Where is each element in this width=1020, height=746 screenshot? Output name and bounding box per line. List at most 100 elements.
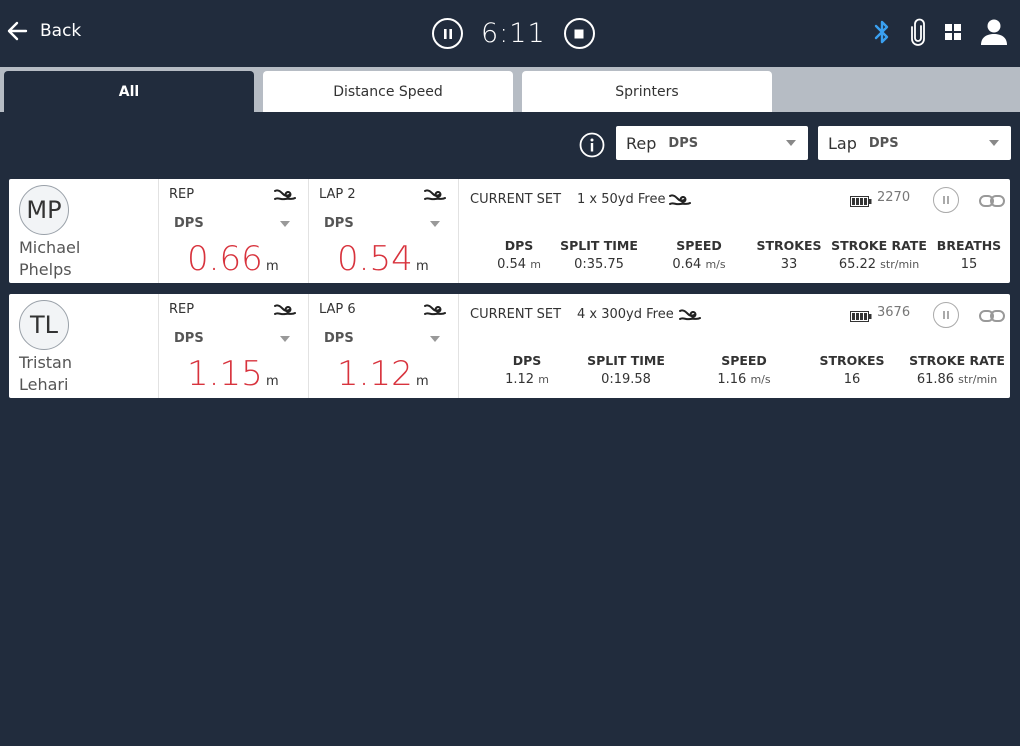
swimmer-icon bbox=[424, 187, 446, 206]
stat-value: 0.54 m bbox=[479, 257, 559, 272]
stat-stroke-rate: STROKE RATE 65.22 str/min bbox=[831, 238, 927, 272]
back-button[interactable]: Back bbox=[6, 20, 81, 42]
lap-metric-select[interactable]: Lap DPS bbox=[818, 126, 1011, 160]
stat-number: 0:35.75 bbox=[574, 257, 624, 272]
lap-unit: m bbox=[416, 259, 429, 274]
stat-number: 15 bbox=[960, 257, 978, 272]
rep-label: REP bbox=[169, 302, 195, 317]
stat-header: STROKES bbox=[756, 238, 822, 253]
athlete-name: Michael Phelps bbox=[19, 237, 80, 281]
back-label: Back bbox=[40, 21, 82, 41]
lap-select-value: DPS bbox=[868, 135, 899, 151]
rep-value: 1.15 bbox=[187, 354, 263, 394]
lap-value: 1.12 bbox=[337, 354, 413, 394]
tab-sprinters[interactable]: Sprinters bbox=[522, 71, 772, 112]
stat-number: 1.12 bbox=[505, 372, 535, 387]
stat-value: 61.86 str/min bbox=[909, 372, 1005, 387]
stat-dps: DPS 0.54 m bbox=[479, 238, 559, 272]
stat-number: 61.86 bbox=[916, 372, 955, 387]
swimmer-icon bbox=[669, 192, 691, 211]
current-set-label: CURRENT SET bbox=[470, 307, 562, 322]
rep-metric-select[interactable]: Rep DPS bbox=[616, 126, 808, 160]
grid-icon bbox=[945, 24, 961, 40]
pause-icon bbox=[443, 28, 452, 39]
stat-header: DPS bbox=[504, 238, 534, 253]
tab-distance-speed[interactable]: Distance Speed bbox=[263, 71, 513, 112]
chevron-down-icon bbox=[280, 336, 290, 342]
athlete-info: MP Michael Phelps bbox=[9, 179, 159, 283]
chevron-down-icon bbox=[430, 336, 440, 342]
stat-split-time: SPLIT TIME 0:35.75 bbox=[559, 238, 639, 272]
grid-button[interactable] bbox=[944, 23, 962, 41]
link-button[interactable] bbox=[979, 193, 1005, 212]
athlete-card[interactable]: TL Tristan Lehari REP DPS 1.15 m LAP 6 D… bbox=[9, 294, 1010, 398]
stat-value: 65.22 str/min bbox=[831, 257, 927, 272]
pause-button[interactable] bbox=[432, 18, 463, 49]
lap-select-label: Lap bbox=[828, 133, 857, 153]
stat-header: DPS bbox=[512, 353, 542, 368]
stat-strokes: STROKES 16 bbox=[812, 353, 892, 387]
stat-number: 1.16 bbox=[717, 372, 747, 387]
rep-unit: m bbox=[266, 259, 279, 274]
stat-number: 16 bbox=[843, 372, 861, 387]
battery-level: 2270 bbox=[877, 190, 911, 205]
athlete-card[interactable]: MP Michael Phelps REP DPS 0.66 m LAP 2 D… bbox=[9, 179, 1010, 283]
athlete-last-name: Lehari bbox=[19, 375, 69, 394]
rep-select-value: DPS bbox=[668, 135, 699, 151]
back-arrow-icon bbox=[7, 21, 28, 41]
avatar: MP bbox=[19, 185, 69, 235]
attachment-button[interactable] bbox=[910, 18, 926, 46]
athlete-last-name: Phelps bbox=[19, 260, 72, 279]
stat-number: 0.54 bbox=[497, 257, 527, 272]
link-icon bbox=[979, 310, 1005, 322]
set-description: 1 x 50yd Free bbox=[577, 192, 666, 207]
current-set-label: CURRENT SET bbox=[470, 192, 562, 207]
chevron-down-icon bbox=[786, 140, 796, 146]
avatar: TL bbox=[19, 300, 69, 350]
link-button[interactable] bbox=[979, 308, 1005, 327]
lap-label: LAP 2 bbox=[319, 187, 356, 202]
lap-value: 0.54 bbox=[337, 239, 413, 279]
stat-value: 1.16 m/s bbox=[704, 372, 784, 387]
stat-unit: str/min bbox=[880, 258, 920, 271]
stat-number: 65.22 bbox=[838, 257, 877, 272]
lap-label: LAP 6 bbox=[319, 302, 356, 317]
stat-number: 0:19.58 bbox=[601, 372, 651, 387]
stat-header: STROKES bbox=[819, 353, 885, 368]
chevron-down-icon bbox=[430, 221, 440, 227]
stat-header: BREATHS bbox=[936, 238, 1002, 253]
athlete-first-name: Michael bbox=[19, 238, 81, 257]
athlete-pause-button[interactable] bbox=[933, 187, 959, 213]
battery-icon bbox=[850, 192, 872, 211]
stop-button[interactable] bbox=[563, 18, 595, 49]
stat-unit: str/min bbox=[958, 373, 998, 386]
rep-metric: REP DPS 1.15 m bbox=[159, 294, 309, 398]
rep-value: 0.66 bbox=[187, 239, 263, 279]
lap-metric-dropdown[interactable]: DPS bbox=[324, 216, 354, 231]
lap-metric: LAP 2 DPS 0.54 m bbox=[309, 179, 459, 283]
tab-all[interactable]: All bbox=[4, 71, 254, 112]
set-description: 4 x 300yd Free bbox=[577, 307, 674, 322]
stat-header: SPLIT TIME bbox=[587, 353, 665, 368]
tab-bar: All Distance Speed Sprinters bbox=[0, 67, 1020, 112]
stat-value: 33 bbox=[749, 257, 829, 272]
profile-button[interactable] bbox=[980, 18, 1008, 46]
stat-header: SPEED bbox=[676, 238, 722, 253]
rep-metric-dropdown[interactable]: DPS bbox=[174, 331, 204, 346]
stat-value: 0:19.58 bbox=[586, 372, 666, 387]
user-icon bbox=[981, 19, 1007, 45]
stat-stroke-rate: STROKE RATE 61.86 str/min bbox=[909, 353, 1005, 387]
stat-header: STROKE RATE bbox=[831, 238, 927, 253]
stat-unit: m/s bbox=[705, 258, 726, 271]
lap-metric-dropdown[interactable]: DPS bbox=[324, 331, 354, 346]
swimmer-icon bbox=[679, 307, 701, 326]
chevron-down-icon bbox=[280, 221, 290, 227]
athlete-pause-button[interactable] bbox=[933, 302, 959, 328]
bluetooth-button[interactable] bbox=[872, 18, 892, 46]
pause-icon bbox=[943, 311, 949, 319]
stat-header: STROKE RATE bbox=[909, 353, 1005, 368]
pause-icon bbox=[943, 196, 949, 204]
info-button[interactable] bbox=[579, 132, 605, 162]
stat-value: 16 bbox=[812, 372, 892, 387]
rep-metric-dropdown[interactable]: DPS bbox=[174, 216, 204, 231]
